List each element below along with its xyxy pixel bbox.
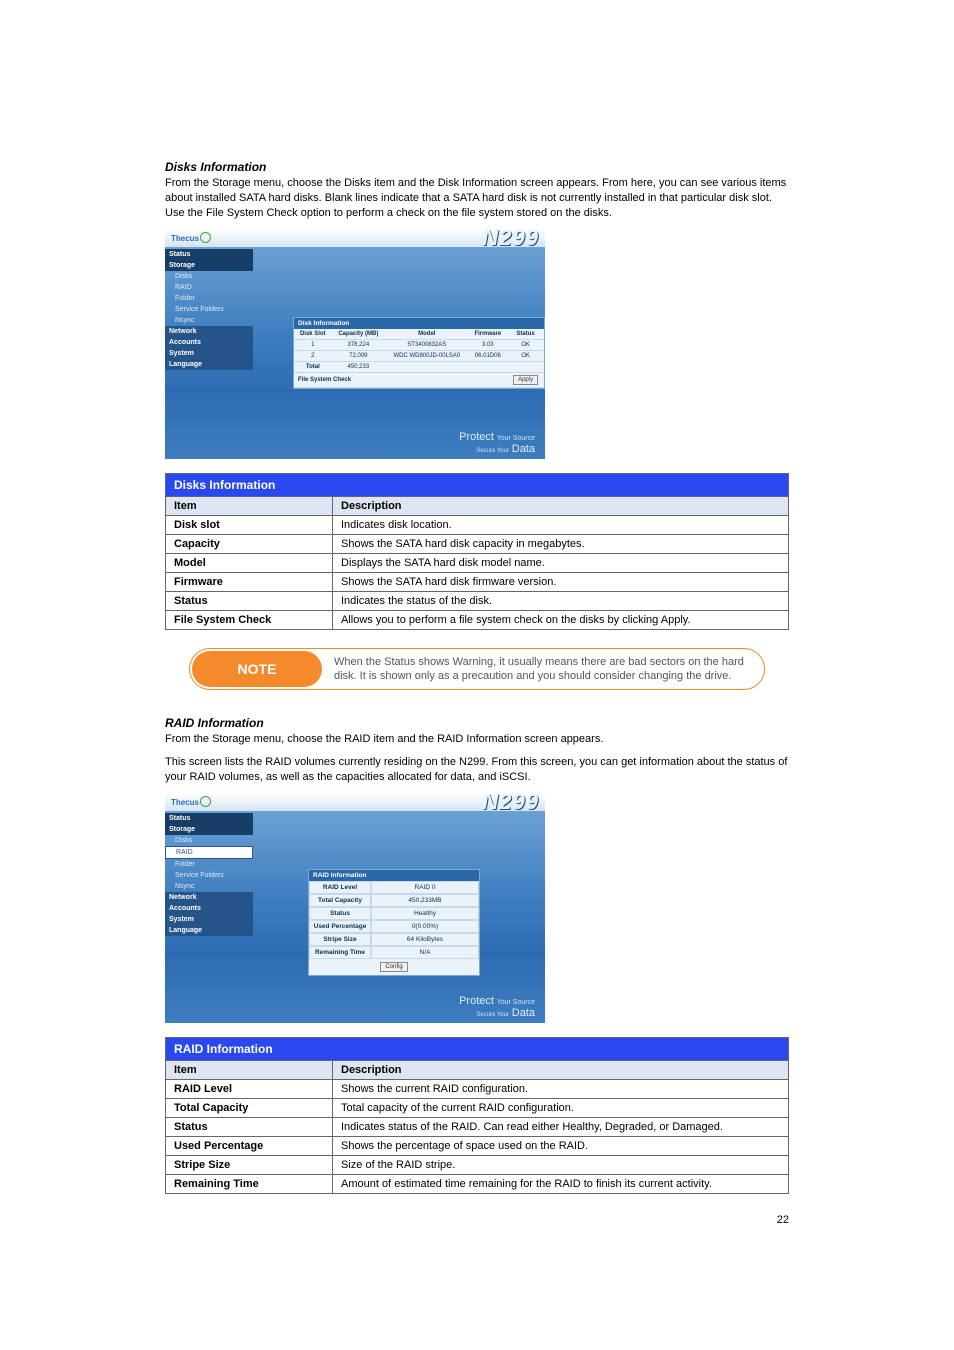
table-row: Total CapacityTotal capacity of the curr… (166, 1098, 789, 1117)
disk-info-card: Disk Information Disk Slot Capacity (MB)… (293, 317, 545, 389)
section-description: From the Storage menu, choose the RAID i… (165, 732, 789, 747)
table-row-total: Total 450,233 (294, 361, 544, 372)
table-row: FirmwareShows the SATA hard disk firmwar… (166, 572, 789, 591)
col-item: Item (166, 496, 333, 515)
table-row: CapacityShows the SATA hard disk capacit… (166, 534, 789, 553)
table-row: Disk slotIndicates disk location. (166, 515, 789, 534)
raid-info-card: RAID Information RAID LevelRAID 0 Total … (308, 869, 480, 976)
card-title: Disk Information (294, 318, 544, 329)
sidebar-item-storage[interactable]: Storage (165, 260, 253, 271)
sidebar-item-folder[interactable]: Folder (165, 293, 253, 304)
table-row: Stripe SizeSize of the RAID stripe. (166, 1155, 789, 1174)
note-badge: NOTE (192, 651, 322, 688)
section-heading: RAID Information (165, 716, 789, 730)
sidebar-item-service-folders[interactable]: Service Folders (165, 870, 253, 881)
sidebar-item-network[interactable]: Network (165, 892, 253, 903)
sidebar-item-storage[interactable]: Storage (165, 824, 253, 835)
raid-info-table: RAID Information Item Description RAID L… (165, 1037, 789, 1194)
logo: Thecus (171, 796, 211, 807)
table-row-fsc: File System Check Apply (294, 372, 544, 387)
sidebar-item-service-folders[interactable]: Service Folders (165, 304, 253, 315)
field-row: RAID LevelRAID 0 (309, 881, 479, 894)
table-row: StatusIndicates the status of the disk. (166, 591, 789, 610)
screenshot-raid-info: Thecus N299 Status Storage Disks RAID Fo… (165, 793, 789, 1023)
screenshot-disk-info: Thecus N299 Status Storage Disks RAID Fo… (165, 229, 789, 459)
sidebar-item-network[interactable]: Network (165, 326, 253, 337)
apply-button[interactable]: Apply (513, 375, 538, 385)
col-status: Status (507, 329, 544, 340)
table-row: RAID LevelShows the current RAID configu… (166, 1079, 789, 1098)
sidebar-item-system[interactable]: System (165, 914, 253, 925)
col-disk-slot: Disk Slot (294, 329, 332, 340)
card-title: RAID Information (309, 870, 479, 881)
col-item: Item (166, 1060, 333, 1079)
field-row: Used Percentage0(0.00%) (309, 920, 479, 933)
table-row: Remaining TimeAmount of estimated time r… (166, 1174, 789, 1193)
brand-footer: Protect Your Source Secure Your Data (165, 427, 545, 459)
table-title: RAID Information (166, 1037, 789, 1060)
note-callout: NOTE When the Status shows Warning, it u… (189, 648, 765, 691)
col-firmware: Firmware (468, 329, 507, 340)
sidebar-item-status[interactable]: Status (165, 813, 253, 824)
sidebar: Status Storage Disks RAID Folder Service… (165, 247, 253, 427)
config-button[interactable]: Config (380, 962, 407, 972)
col-desc: Description (333, 496, 789, 515)
sidebar-item-nsync[interactable]: Nsync (165, 881, 253, 892)
section-description: From the Storage menu, choose the Disks … (165, 176, 789, 221)
table-row: 2 72,009 WDC WD800JD-00LSA0 06.01D06 OK (294, 350, 544, 361)
sidebar-item-raid[interactable]: RAID (165, 282, 253, 293)
table-row: StatusIndicates status of the RAID. Can … (166, 1117, 789, 1136)
note-text: When the Status shows Warning, it usuall… (324, 649, 764, 690)
sidebar-item-language[interactable]: Language (165, 925, 253, 936)
table-row: File System CheckAllows you to perform a… (166, 610, 789, 629)
page-number: 22 (165, 1214, 789, 1226)
sidebar-item-status[interactable]: Status (165, 249, 253, 260)
field-row: Stripe Size64 KiloBytes (309, 933, 479, 946)
field-row: Remaining TimeN/A (309, 946, 479, 959)
sidebar: Status Storage Disks RAID Folder Service… (165, 811, 253, 991)
field-row: StatusHealthy (309, 907, 479, 920)
sidebar-item-folder[interactable]: Folder (165, 859, 253, 870)
section-heading: Disks Information (165, 160, 789, 174)
table-row: Used PercentageShows the percentage of s… (166, 1136, 789, 1155)
field-row: Total Capacity450,233MB (309, 894, 479, 907)
disks-info-table: Disks Information Item Description Disk … (165, 473, 789, 630)
col-capacity: Capacity (MB) (332, 329, 386, 340)
sidebar-item-system[interactable]: System (165, 348, 253, 359)
sidebar-item-language[interactable]: Language (165, 359, 253, 370)
col-model: Model (385, 329, 468, 340)
sidebar-item-accounts[interactable]: Accounts (165, 337, 253, 348)
table-title: Disks Information (166, 473, 789, 496)
col-desc: Description (333, 1060, 789, 1079)
sidebar-item-disks[interactable]: Disks (165, 271, 253, 282)
logo: Thecus (171, 232, 211, 243)
disk-table: Disk Slot Capacity (MB) Model Firmware S… (294, 329, 544, 388)
table-row: 1 378,224 ST3400832AS 3.03 OK (294, 339, 544, 350)
table-row: ModelDisplays the SATA hard disk model n… (166, 553, 789, 572)
sidebar-item-nsync[interactable]: Nsync (165, 315, 253, 326)
sidebar-item-accounts[interactable]: Accounts (165, 903, 253, 914)
sidebar-item-disks[interactable]: Disks (165, 835, 253, 846)
section-description: This screen lists the RAID volumes curre… (165, 755, 789, 785)
brand-footer: Protect Your Source Secure Your Data (165, 991, 545, 1023)
sidebar-item-raid[interactable]: RAID (165, 846, 253, 859)
